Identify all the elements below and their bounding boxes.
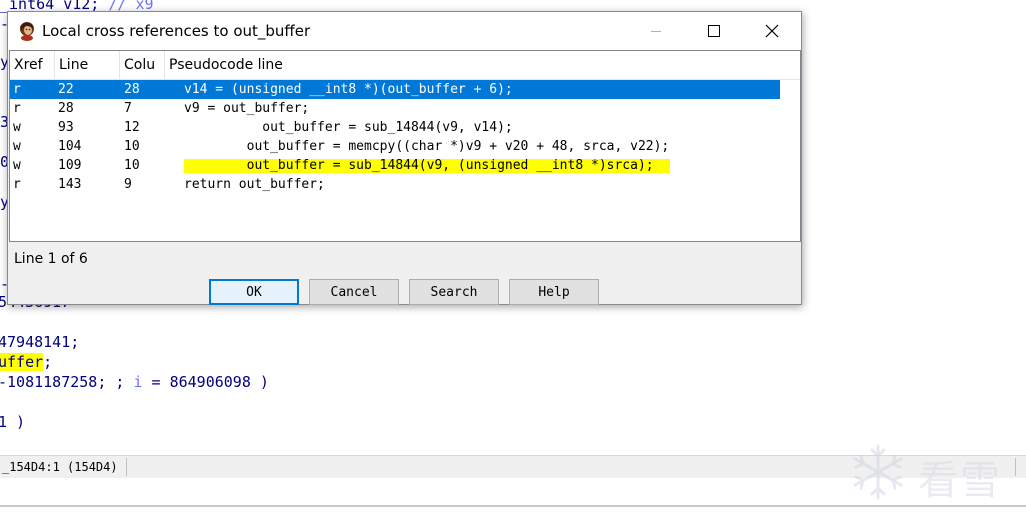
code-line-highlighted: uffer; — [0, 353, 53, 371]
minimize-icon — [651, 31, 661, 32]
code-line: -1081187258; ; i = 864906098 ) — [0, 373, 269, 391]
cell-line: 143 — [58, 177, 82, 192]
column-header-pseudocode[interactable]: Pseudocode line — [165, 51, 800, 79]
cell-xref: w — [13, 120, 21, 135]
cell-pseudocode: out_buffer = sub_14844(v9, v14); — [184, 120, 513, 135]
cell-line: 104 — [58, 139, 82, 154]
cell-line: 109 — [58, 158, 82, 173]
column-header-line[interactable]: Line — [55, 51, 120, 79]
cell-xref: w — [13, 139, 21, 154]
cell-xref: r — [13, 101, 21, 116]
table-row[interactable]: w 109 10 out_buffer = sub_14844(v9, (uns… — [10, 156, 800, 175]
cell-column: 12 — [124, 120, 140, 135]
code-line: 1 ) — [0, 413, 26, 431]
watermark: 看雪 — [848, 442, 1018, 504]
cell-column: 9 — [124, 177, 132, 192]
cell-line: 93 — [58, 120, 74, 135]
column-header-xref[interactable]: Xref — [10, 51, 55, 79]
column-header-column[interactable]: Colu — [120, 51, 165, 79]
list-status: Line 1 of 6 — [14, 251, 88, 267]
help-button[interactable]: Help — [509, 279, 599, 305]
list-header: Xref Line Colu Pseudocode line — [10, 51, 800, 80]
address-indicator: _154D4:1 (154D4) — [0, 458, 127, 476]
cell-line: 22 — [58, 82, 74, 97]
xrefs-dialog: Local cross references to out_buffer Xre… — [7, 11, 802, 305]
cell-pseudocode: v14 = (unsigned __int8 *)(out_buffer + 6… — [184, 82, 513, 97]
cell-pseudocode: out_buffer = memcpy((char *)v9 + v20 + 4… — [184, 139, 670, 154]
snowflake-icon — [853, 444, 903, 500]
dialog-titlebar[interactable]: Local cross references to out_buffer — [8, 12, 801, 50]
cell-xref: w — [13, 158, 21, 173]
table-row[interactable]: w 104 10 out_buffer = memcpy((char *)v9 … — [10, 137, 800, 156]
close-button[interactable] — [743, 12, 801, 50]
watermark-logo: 看雪 — [918, 458, 1002, 504]
ida-app-icon — [17, 21, 37, 41]
dialog-title: Local cross references to out_buffer — [42, 22, 311, 40]
close-icon — [765, 24, 779, 38]
cell-pseudocode: v9 = out_buffer; — [184, 101, 310, 116]
xrefs-list[interactable]: Xref Line Colu Pseudocode line r 22 28 v… — [9, 50, 801, 242]
minimize-button[interactable] — [627, 12, 685, 50]
maximize-icon — [708, 25, 720, 37]
cell-column: 28 — [124, 82, 140, 97]
cell-pseudocode: return out_buffer; — [184, 177, 325, 192]
cell-column: 10 — [124, 139, 140, 154]
table-row[interactable]: w 93 12 out_buffer = sub_14844(v9, v14); — [10, 118, 800, 137]
cell-pseudocode: out_buffer = sub_14844(v9, (unsigned __i… — [184, 158, 654, 173]
ok-button[interactable]: OK — [209, 279, 299, 305]
table-row[interactable]: r 143 9 return out_buffer; — [10, 175, 800, 194]
code-line: 47948141; — [0, 333, 80, 351]
cell-xref: r — [13, 82, 21, 97]
search-button[interactable]: Search — [409, 279, 499, 305]
cell-column: 10 — [124, 158, 140, 173]
cell-xref: r — [13, 177, 21, 192]
table-row[interactable]: r 28 7 v9 = out_buffer; — [10, 99, 800, 118]
cancel-button[interactable]: Cancel — [309, 279, 399, 305]
table-row[interactable]: r 22 28 v14 = (unsigned __int8 *)(out_bu… — [10, 80, 800, 99]
maximize-button[interactable] — [685, 12, 743, 50]
cell-column: 7 — [124, 101, 132, 116]
bottom-divider — [0, 505, 1026, 507]
cell-line: 28 — [58, 101, 74, 116]
